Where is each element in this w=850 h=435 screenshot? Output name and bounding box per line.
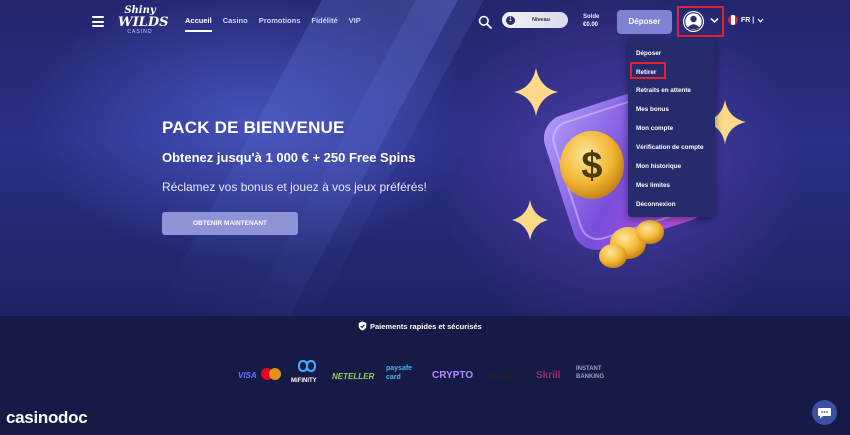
- menu-item-bonuses[interactable]: Mes bonus: [636, 106, 669, 113]
- nav-accueil[interactable]: Accueil: [185, 16, 212, 32]
- menu-item-logout[interactable]: Déconnexion: [636, 201, 676, 208]
- top-header: Shiny WILDS CASINO Accueil Casino Promot…: [0, 0, 850, 44]
- neteller-logo: NETELLER: [332, 372, 375, 381]
- menu-item-history[interactable]: Mon historique: [636, 163, 681, 170]
- hero-subtitle: Obtenez jusqu'à 1 000 € + 250 Free Spins: [162, 150, 416, 165]
- balance-display: Solde €0.00: [583, 13, 599, 29]
- search-icon[interactable]: [478, 15, 492, 29]
- nav-fidelite[interactable]: Fidélité: [311, 16, 337, 25]
- sparkle-icon: [512, 200, 548, 240]
- level-progress[interactable]: 1 Niveau: [502, 12, 568, 28]
- deposit-button[interactable]: Déposer: [617, 10, 672, 34]
- secure-payments-text: Paiements rapides et sécurisés: [370, 321, 482, 331]
- menu-item-deposit[interactable]: Déposer: [636, 50, 661, 57]
- crypto-logo: CRYPTO: [432, 370, 474, 381]
- menu-item-limits[interactable]: Mes limites: [636, 182, 670, 189]
- skrill-logo: Skrill: [536, 370, 561, 381]
- language-selector[interactable]: FR |: [728, 15, 764, 25]
- visa-logo: VISA: [238, 371, 257, 380]
- shield-check-icon: [358, 321, 367, 331]
- logo-line2: WILDS: [118, 15, 169, 30]
- instant-banking-logo: INSTANT BANKING: [576, 366, 604, 380]
- menu-item-pending-withdrawals[interactable]: Retraits en attente: [636, 87, 691, 94]
- menu-item-account[interactable]: Mon compte: [636, 125, 673, 132]
- chevron-down-icon: [757, 18, 764, 23]
- claim-bonus-button[interactable]: OBTENIR MAINTENANT: [162, 212, 298, 235]
- balance-value: €0.00: [583, 22, 599, 28]
- account-menu-toggle[interactable]: [677, 6, 724, 37]
- flag-fr-icon: [728, 15, 738, 25]
- payment-methods: VISA MiFINITY NETELLER paysafe card CRYP…: [236, 360, 616, 389]
- hero-title: PACK DE BIENVENUE: [162, 118, 345, 137]
- language-label: FR |: [741, 16, 755, 24]
- mifinity-symbol-icon: [297, 360, 317, 372]
- chat-bubble-icon: [818, 408, 831, 419]
- casinodoc-watermark: casinodoc: [6, 408, 88, 427]
- balance-label: Solde: [583, 14, 600, 20]
- user-avatar-icon: [683, 11, 704, 32]
- secure-payments-note: Paiements rapides et sécurisés: [358, 321, 482, 331]
- hamburger-menu-icon[interactable]: [92, 16, 104, 27]
- withdraw-highlight: [630, 62, 666, 79]
- menu-item-verification[interactable]: Vérification de compte: [636, 144, 704, 151]
- svg-text:$: $: [581, 145, 602, 187]
- chevron-down-icon: [710, 17, 719, 24]
- chat-support-button[interactable]: [812, 400, 837, 425]
- nav-casino[interactable]: Casino: [223, 16, 248, 25]
- hero-description: Réclamez vos bonus et jouez à vos jeux p…: [162, 180, 427, 194]
- main-nav: Accueil Casino Promotions Fidélité VIP: [185, 16, 372, 32]
- sparkle-icon: [514, 68, 558, 116]
- level-badge: 1: [506, 15, 515, 25]
- casino-logo[interactable]: Shiny WILDS CASINO: [118, 6, 169, 40]
- nav-vip[interactable]: VIP: [349, 16, 361, 25]
- paysafecard-logo: paysafe card: [386, 365, 413, 381]
- revolut-logo: Revolut: [488, 372, 518, 381]
- mifinity-logo: MiFINITY: [291, 378, 317, 384]
- mastercard-logo-icon: [261, 368, 281, 380]
- level-label: Niveau: [532, 17, 551, 23]
- nav-promotions[interactable]: Promotions: [259, 16, 301, 25]
